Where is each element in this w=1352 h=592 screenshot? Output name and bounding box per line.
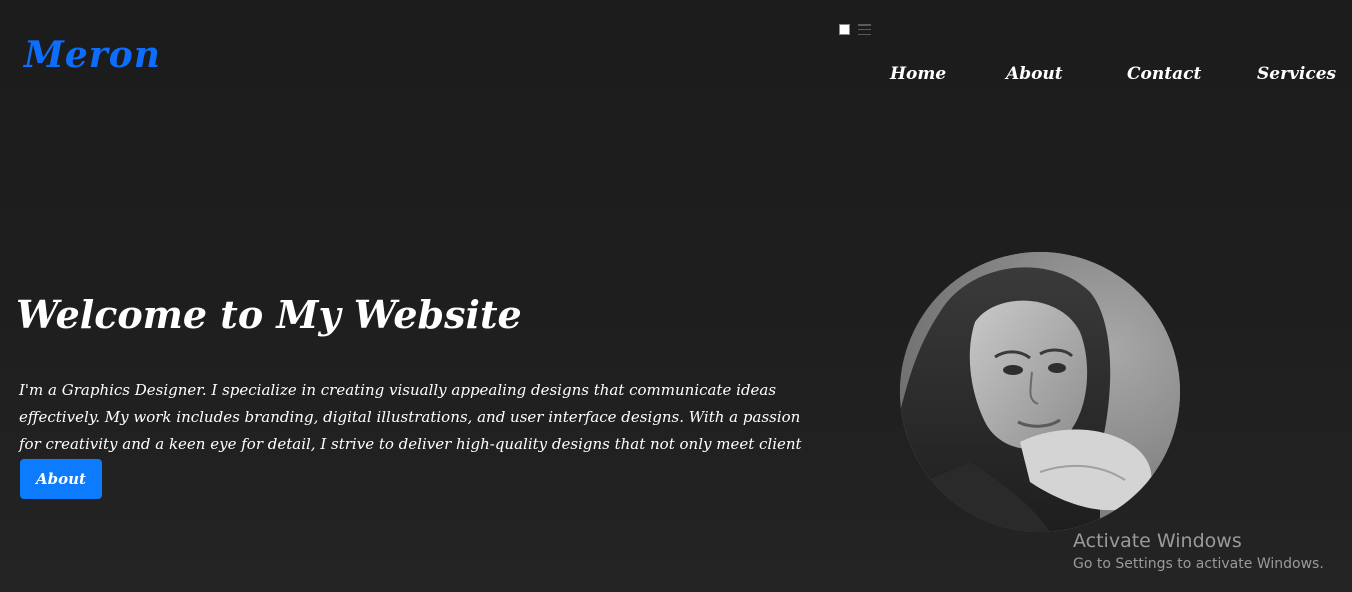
menu-lines-icon[interactable] — [858, 24, 871, 35]
main-nav: Home About Contact Services — [0, 64, 1352, 86]
nav-item-contact[interactable]: Contact — [1127, 64, 1201, 84]
nav-item-services[interactable]: Services — [1257, 64, 1336, 84]
watermark-title: Activate Windows — [1073, 530, 1242, 552]
nav-item-home[interactable]: Home — [890, 64, 946, 84]
theme-toggle[interactable] — [839, 24, 871, 35]
profile-photo-illustration — [900, 252, 1180, 532]
about-button[interactable]: About — [20, 459, 102, 499]
square-icon[interactable] — [839, 24, 850, 35]
nav-item-about[interactable]: About — [1006, 64, 1063, 84]
profile-photo — [900, 252, 1180, 532]
watermark-subtitle: Go to Settings to activate Windows. — [1073, 556, 1324, 572]
windows-activation-watermark: Activate Windows Go to Settings to activ… — [1073, 530, 1324, 574]
hero-title: Welcome to My Website — [16, 292, 522, 337]
hero-description: I'm a Graphics Designer. I specialize in… — [19, 381, 802, 453]
